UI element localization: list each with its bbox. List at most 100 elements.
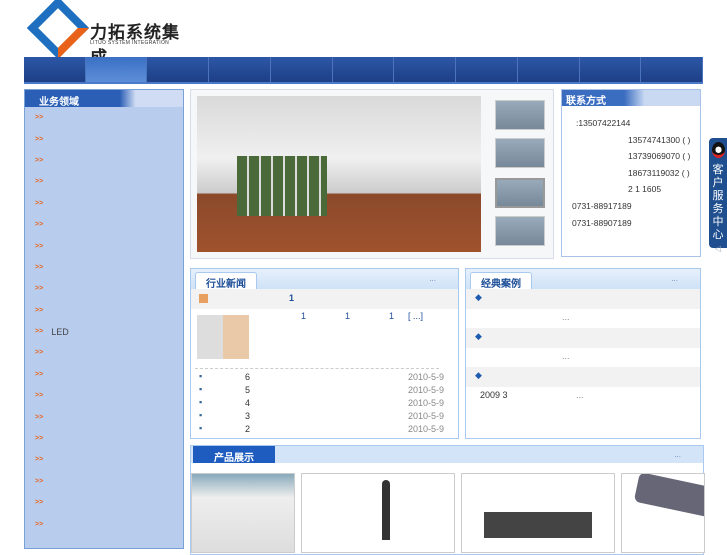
contact-line: 13739069070 ( ): [628, 151, 691, 162]
news-item-title[interactable]: 2: [245, 424, 250, 434]
sidebar-item[interactable]: >>: [25, 428, 183, 449]
product-network-switch[interactable]: [461, 473, 615, 553]
customer-service-tab[interactable]: 客户服务中心 ◁: [709, 138, 727, 253]
sidebar-item[interactable]: >>: [25, 492, 183, 513]
news-item-title[interactable]: 5: [245, 385, 250, 395]
logo-mark-icon: [26, 0, 90, 60]
news-item-date: 2010-5-9: [407, 372, 444, 382]
nav-item[interactable]: [85, 57, 148, 82]
sidebar-item[interactable]: >>: [25, 385, 183, 406]
banner-thumb[interactable]: [495, 178, 545, 208]
product-building-display[interactable]: [191, 473, 295, 553]
headline-text[interactable]: 1: [289, 293, 294, 303]
sidebar-item[interactable]: >>: [25, 171, 183, 192]
news-folder-icon: [199, 294, 208, 303]
double-arrow-icon: >>: [35, 178, 44, 186]
case-item[interactable]: ◆: [466, 328, 700, 348]
case-ellipsis: ...: [576, 390, 584, 400]
double-arrow-icon: >>: [35, 435, 44, 443]
sidebar-item[interactable]: >>: [25, 342, 183, 363]
nav-item[interactable]: [147, 57, 210, 82]
double-arrow-icon: >>: [35, 520, 44, 528]
news-headline[interactable]: 1: [191, 289, 458, 309]
sidebar-item[interactable]: >>: [25, 214, 183, 235]
news-item-title[interactable]: 4: [245, 398, 250, 408]
qq-penguin-icon: [712, 142, 725, 158]
sidebar-title: 业务领域: [25, 90, 183, 108]
nav-item[interactable]: [24, 57, 86, 82]
product-security-camera[interactable]: [621, 473, 705, 553]
news-item-title[interactable]: 3: [245, 411, 250, 421]
news-more-link[interactable]: ...: [429, 274, 436, 283]
contact-line: 18673119032 ( ): [628, 167, 690, 178]
sidebar-item[interactable]: >>: [25, 406, 183, 427]
nav-item[interactable]: [333, 57, 395, 82]
news-tab[interactable]: 行业新闻: [195, 272, 257, 290]
products-tab[interactable]: 产品展示: [193, 446, 275, 464]
double-arrow-icon: >>: [35, 285, 44, 293]
main-nav: [24, 57, 704, 84]
company-logo[interactable]: 力拓系统集成 LITUO SYSTEM INTEGRATION: [26, 0, 190, 67]
bullet-icon: ▪: [199, 423, 203, 433]
products-more-link[interactable]: ...: [674, 450, 681, 459]
contact-panel: 联系方式 :13507422144 13574741300 ( ) 13739069…: [561, 89, 701, 257]
logo-subtext: LITUO SYSTEM INTEGRATION: [90, 40, 170, 46]
news-item[interactable]: ▪ 6 2010-5-9: [191, 371, 458, 384]
case-desc: ...: [466, 309, 700, 328]
bullet-icon: ▪: [199, 371, 203, 381]
news-item[interactable]: ▪ 3 2010-5-9: [191, 410, 458, 423]
nav-item[interactable]: [641, 57, 704, 82]
sidebar-item[interactable]: >> LED: [25, 321, 183, 342]
banner-thumb[interactable]: [495, 138, 545, 168]
news-item-date: 2010-5-9: [407, 411, 444, 421]
sidebar-item[interactable]: >>: [25, 513, 183, 534]
sidebar-item[interactable]: >>: [25, 128, 183, 149]
news-item[interactable]: ▪ 5 2010-5-9: [191, 384, 458, 397]
cases-more-link[interactable]: ...: [671, 274, 678, 283]
sidebar-item[interactable]: >>: [25, 278, 183, 299]
nav-item[interactable]: [456, 57, 518, 82]
double-arrow-icon: >>: [35, 114, 44, 122]
sidebar-item[interactable]: >>: [25, 107, 183, 128]
read-more-link[interactable]: [ ...]: [408, 311, 423, 321]
sidebar-item[interactable]: >>: [25, 150, 183, 171]
sidebar-item[interactable]: >>: [25, 193, 183, 214]
banner-thumb[interactable]: [495, 216, 545, 246]
diamond-icon: ◆: [475, 292, 482, 302]
case-ellipsis: ...: [562, 351, 570, 361]
news-thumbnail[interactable]: [197, 315, 249, 359]
nav-item[interactable]: [209, 57, 271, 82]
contact-title: 联系方式: [562, 90, 700, 107]
double-arrow-icon: >>: [35, 392, 44, 400]
case-item[interactable]: ◆: [466, 289, 700, 309]
sidebar-item[interactable]: >>: [25, 471, 183, 492]
sidebar-item[interactable]: >>: [25, 364, 183, 385]
product-wireless-microphone[interactable]: [301, 473, 455, 553]
sidebar-item[interactable]: >>: [25, 449, 183, 470]
sidebar-item[interactable]: >>: [25, 300, 183, 321]
nav-item[interactable]: [271, 57, 333, 82]
collapse-arrow-icon: ◁: [714, 244, 722, 253]
case-ellipsis: ...: [562, 312, 570, 322]
summary-text: 1: [301, 311, 307, 321]
banner-slideshow[interactable]: [190, 89, 554, 259]
nav-item[interactable]: [580, 57, 642, 82]
banner-thumb[interactable]: [495, 100, 545, 130]
nav-item[interactable]: [518, 57, 580, 82]
news-item-date: 2010-5-9: [407, 385, 444, 395]
industry-news-panel: 行业新闻... 1 1 1 1 [ ...] ▪ 6 2010-5-9 ▪ 5 2010-…: [190, 268, 459, 439]
cases-tab[interactable]: 经典案例: [470, 272, 532, 290]
contact-line: :13507422144: [576, 118, 631, 128]
news-item[interactable]: ▪ 4 2010-5-9: [191, 397, 458, 410]
news-item[interactable]: ▪ 2 2010-5-9: [191, 423, 458, 436]
sidebar-item-label: LED: [51, 326, 69, 337]
sidebar-item[interactable]: >>: [25, 235, 183, 256]
sidebar-item[interactable]: >>: [25, 257, 183, 278]
double-arrow-icon: >>: [35, 456, 44, 464]
case-item[interactable]: ◆: [466, 367, 700, 387]
banner-image[interactable]: [197, 96, 481, 252]
news-item-title[interactable]: 6: [245, 372, 250, 382]
double-arrow-icon: >>: [35, 499, 44, 507]
nav-item[interactable]: [394, 57, 457, 82]
contact-line: 2 1 1605: [628, 184, 662, 195]
